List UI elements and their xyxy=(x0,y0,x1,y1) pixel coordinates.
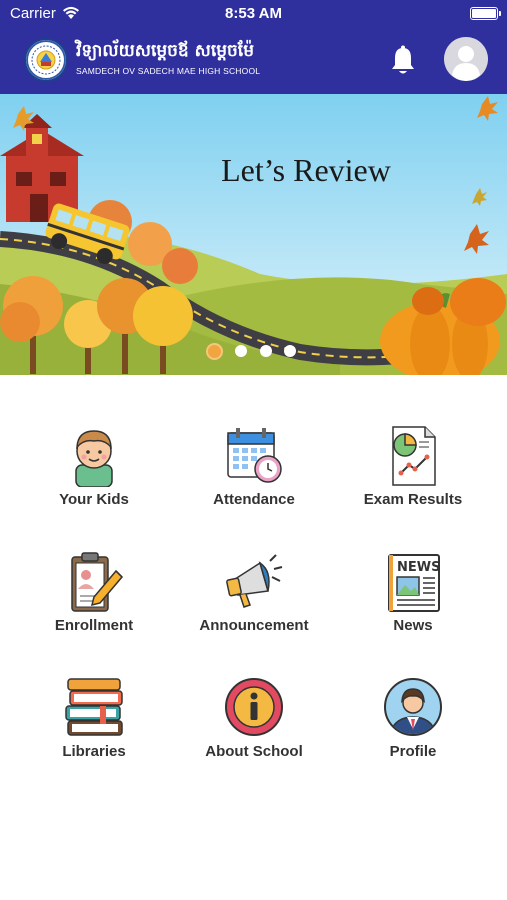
businessman-icon xyxy=(384,678,442,736)
app-root: Carrier 8:53 AM វិទ្យាល័យសម្តេចឪ សម្តេចម… xyxy=(0,0,507,900)
app-header: វិទ្យាល័យសម្តេចឪ សម្តេចម៉ែ SAMDECH OV SA… xyxy=(0,28,507,94)
menu-item-announcement[interactable]: Announcement xyxy=(174,551,334,651)
menu-item-about-school[interactable]: About School xyxy=(174,677,334,777)
menu-label: Enrollment xyxy=(54,617,134,634)
menu-item-libraries[interactable]: Libraries xyxy=(14,677,174,777)
carousel-dot-2[interactable] xyxy=(235,345,247,357)
menu-item-exam-results[interactable]: Exam Results xyxy=(333,425,493,525)
info-icon xyxy=(225,678,283,736)
school-logo xyxy=(24,38,68,82)
menu-item-enrollment[interactable]: Enrollment xyxy=(14,551,174,651)
banner-title: Let’s Review xyxy=(221,152,391,188)
user-avatar[interactable] xyxy=(444,37,488,81)
books-icon xyxy=(65,678,123,736)
menu-label: About School xyxy=(205,743,303,760)
newspaper-icon: NEWS xyxy=(388,554,440,612)
carousel-indicator[interactable] xyxy=(206,341,300,361)
kid-icon xyxy=(75,430,113,487)
menu-label: News xyxy=(393,617,433,634)
menu-label: Attendance xyxy=(213,491,295,508)
svg-text:NEWS: NEWS xyxy=(397,560,440,575)
status-bar: Carrier 8:53 AM xyxy=(0,0,507,28)
report-chart-icon xyxy=(392,426,436,486)
menu-label: Announcement xyxy=(199,617,309,634)
battery-icon xyxy=(470,7,501,20)
menu-label: Exam Results xyxy=(363,491,463,508)
banner-carousel[interactable]: Let’s Review xyxy=(0,94,507,375)
menu-item-attendance[interactable]: Attendance xyxy=(174,425,334,525)
carousel-dot-1[interactable] xyxy=(206,343,223,360)
school-name-khmer: វិទ្យាល័យសម្តេចឪ សម្តេចម៉ែ xyxy=(76,41,254,61)
menu-item-your-kids[interactable]: Your Kids xyxy=(14,425,174,525)
notification-bell-icon[interactable] xyxy=(386,44,420,78)
banner-illustration xyxy=(0,94,507,375)
megaphone-icon xyxy=(226,554,283,608)
menu-item-news[interactable]: NEWS News xyxy=(333,551,493,651)
menu-item-profile[interactable]: Profile xyxy=(333,677,493,777)
clock: 8:53 AM xyxy=(225,5,282,22)
clipboard-pen-icon xyxy=(71,552,124,612)
menu-label: Libraries xyxy=(62,743,126,760)
menu-label: Your Kids xyxy=(59,491,129,508)
school-name-english: SAMDECH OV SADECH MAE HIGH SCHOOL xyxy=(76,66,261,76)
carousel-dot-3[interactable] xyxy=(260,345,272,357)
calendar-clock-icon xyxy=(227,428,282,483)
carousel-dot-4[interactable] xyxy=(284,345,296,357)
menu-label: Profile xyxy=(389,743,437,760)
